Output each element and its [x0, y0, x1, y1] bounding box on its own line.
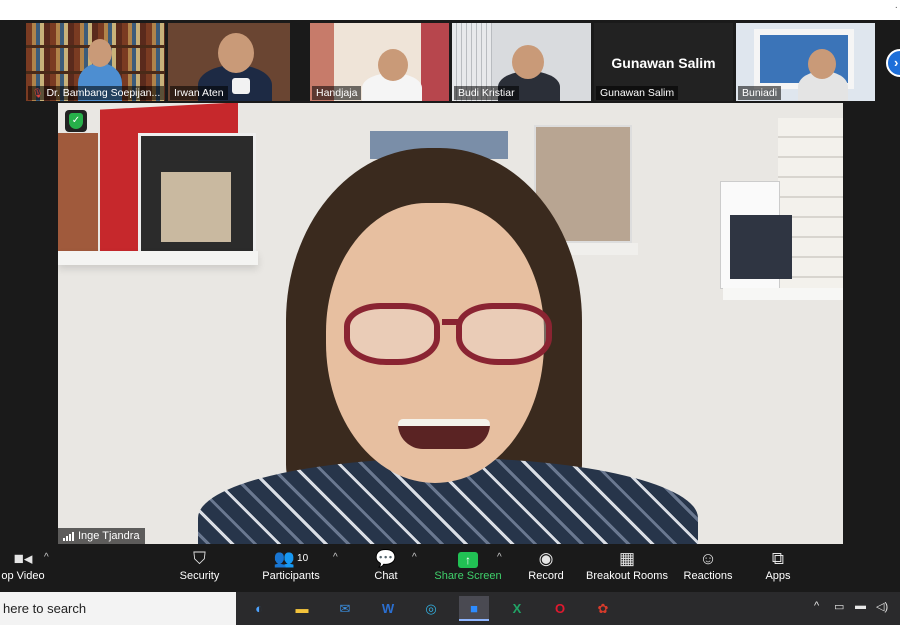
share-screen-button[interactable]: ↑ Share Screen: [434, 548, 502, 582]
background-book: [138, 133, 256, 258]
apps-button[interactable]: ⧉ Apps: [762, 548, 794, 582]
meeting-controls-toolbar: ■◂ op Video ^ ⛉ Security 👥 10 Participant…: [0, 544, 900, 592]
file-explorer-icon[interactable]: ▬: [287, 596, 317, 621]
active-speaker-video: ✓ Inge Tjandra: [58, 103, 843, 544]
mail-icon[interactable]: ✉: [330, 596, 360, 621]
curtain: [421, 23, 449, 101]
glasses-bridge: [442, 319, 458, 325]
thumbnail-participant[interactable]: 🎙 Dr. Bambang Soepijan...: [26, 23, 165, 101]
participant-name-label: Gunawan Salim: [596, 86, 679, 100]
battery-icon[interactable]: ▬: [855, 600, 866, 612]
breakout-rooms-grid-icon: ▦: [618, 549, 636, 568]
word-icon[interactable]: W: [373, 596, 403, 621]
edge-legacy-icon[interactable]: ◐: [244, 596, 274, 621]
shield-icon: ⛉: [193, 549, 206, 568]
wall-shelf: [58, 251, 258, 265]
person-head: [378, 49, 408, 81]
mic-muted-icon: 🎙: [32, 88, 44, 98]
chat-button[interactable]: 💬 Chat: [368, 548, 404, 582]
person-head: [218, 33, 254, 73]
show-hidden-icons-icon[interactable]: ^: [814, 600, 819, 612]
network-icon[interactable]: ▭: [834, 600, 844, 613]
share-options-caret-icon[interactable]: ^: [497, 552, 502, 563]
thumbnail-participant[interactable]: Budi Kristiar: [452, 23, 591, 101]
connection-signal-icon: [63, 531, 74, 541]
chat-bubble-icon: 💬: [375, 549, 397, 568]
participant-count: 10: [297, 553, 309, 564]
participant-name-label: Handjaja: [312, 86, 362, 100]
participant-name-label: 🎙 Dr. Bambang Soepijan...: [28, 86, 165, 100]
volume-icon[interactable]: ◁): [876, 600, 888, 613]
person-head: [808, 49, 836, 79]
record-circle-icon: ◉: [538, 549, 554, 568]
wall-shelf: [723, 288, 843, 300]
thumbnail-participant[interactable]: Handjaja: [310, 23, 449, 101]
zoom-meeting-window: · 🎙 Dr. Bambang Soepijan... Irwan Aten Ha…: [0, 0, 900, 625]
participant-name-label: Budi Kristiar: [454, 86, 519, 100]
participants-icon: 👥 10: [273, 549, 309, 568]
participants-button[interactable]: 👥 10 Participants: [258, 548, 324, 582]
participant-thumbnail-strip: 🎙 Dr. Bambang Soepijan... Irwan Aten Hand…: [0, 20, 900, 102]
thumbnail-participant[interactable]: Irwan Aten: [168, 23, 290, 101]
share-screen-arrow-icon: ↑: [434, 548, 502, 570]
smiley-plus-icon: ☺: [699, 549, 717, 568]
participant-name-label: Irwan Aten: [170, 86, 228, 100]
speaker-mouth: [398, 419, 490, 449]
person-head: [88, 39, 112, 67]
taskbar-search-box[interactable]: here to search: [0, 592, 236, 625]
breakout-rooms-button[interactable]: ▦ Breakout Rooms: [585, 548, 669, 582]
participants-options-caret-icon[interactable]: ^: [333, 552, 338, 563]
encryption-shield-icon[interactable]: ✓: [65, 110, 87, 132]
book-cover-art: [161, 172, 231, 242]
thumbnail-participant[interactable]: Buniadi: [736, 23, 875, 101]
glasses-right-lens: [456, 303, 552, 365]
opera-icon[interactable]: O: [545, 596, 575, 621]
coffee-cup: [232, 78, 250, 94]
edge-icon[interactable]: ◎: [416, 596, 446, 621]
background-book: [730, 215, 792, 279]
video-options-caret-icon[interactable]: ^: [44, 552, 49, 563]
windows-taskbar: here to search ◐ ▬ ✉ W ◎ ■ X O ✿ ^ ▭ ▬ ◁…: [0, 592, 900, 625]
participant-name-label: Buniadi: [738, 86, 782, 100]
glasses-left-lens: [344, 303, 440, 365]
video-off-display-name: Gunawan Salim: [611, 55, 716, 71]
apps-icon: ⧉: [771, 549, 785, 568]
corner-glyph: ·: [894, 2, 898, 13]
speaker-name-label: Inge Tjandra: [58, 528, 145, 544]
stop-video-button[interactable]: ■◂ op Video: [0, 548, 48, 582]
thumbnail-participant-video-off[interactable]: Gunawan Salim Gunawan Salim: [594, 23, 733, 101]
chat-options-caret-icon[interactable]: ^: [412, 552, 417, 563]
window-top-bar: ·: [0, 0, 900, 20]
reactions-button[interactable]: ☺ Reactions: [682, 548, 734, 582]
video-camera-icon: ■◂: [13, 549, 33, 568]
zoom-icon[interactable]: ■: [459, 596, 489, 621]
background-book: [58, 133, 98, 253]
security-button[interactable]: ⛉ Security: [172, 548, 227, 582]
person-head: [512, 45, 544, 79]
record-button[interactable]: ◉ Record: [526, 548, 566, 582]
excel-icon[interactable]: X: [502, 596, 532, 621]
media-app-icon[interactable]: ✿: [588, 596, 618, 621]
